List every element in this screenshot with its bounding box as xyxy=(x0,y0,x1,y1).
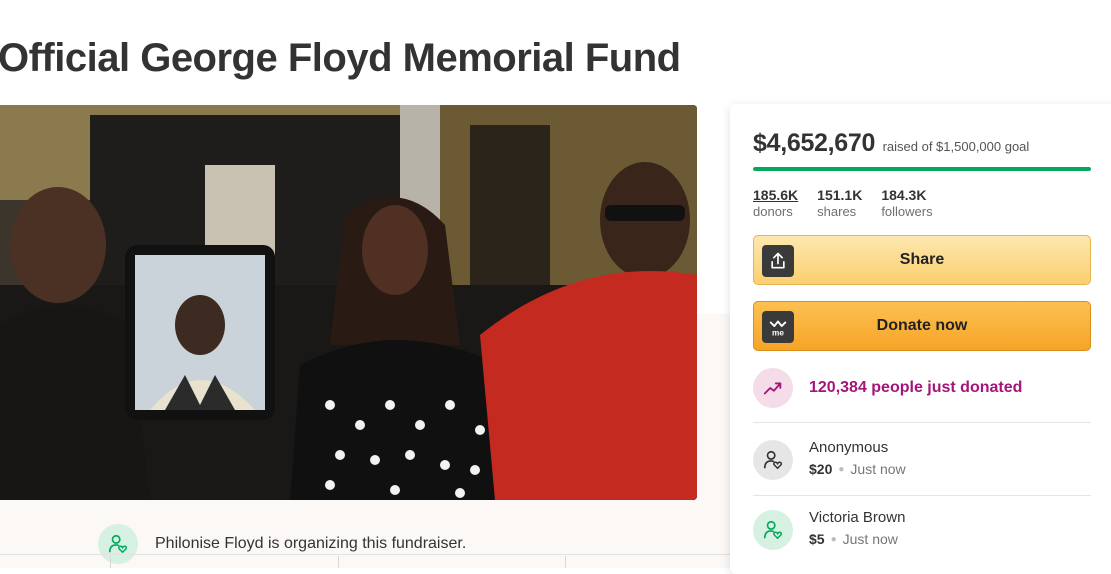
donation-amount: $20 xyxy=(809,461,833,477)
svg-text:me: me xyxy=(772,328,784,337)
organizer-text: Philonise Floyd is organizing this fundr… xyxy=(155,535,467,552)
organizer-row: Philonise Floyd is organizing this fundr… xyxy=(98,524,466,564)
donation-card: $4,652,670 raised of $1,500,000 goal 185… xyxy=(730,104,1111,574)
campaign-stats: 185.6K donors 151.1K shares 184.3K follo… xyxy=(753,187,933,221)
raised-summary: $4,652,670 raised of $1,500,000 goal xyxy=(753,129,1029,158)
share-button-label: Share xyxy=(899,251,945,268)
stat-followers: 184.3K followers xyxy=(881,187,932,221)
family-photo xyxy=(0,105,697,500)
donor-name: Victoria Brown xyxy=(809,509,906,526)
stat-donors[interactable]: 185.6K donors xyxy=(753,187,798,221)
donation-time: Just now xyxy=(842,531,898,547)
footer-separator xyxy=(110,556,111,568)
stat-shares: 151.1K shares xyxy=(817,187,862,221)
footer-separator xyxy=(565,556,566,568)
list-divider xyxy=(753,495,1091,496)
stat-value[interactable]: 185.6K xyxy=(753,187,798,203)
donor-name: Anonymous xyxy=(809,439,889,456)
stat-value: 151.1K xyxy=(817,187,863,203)
heart-person-icon xyxy=(763,450,783,470)
goal-text: raised of $1,500,000 goal xyxy=(882,139,1030,154)
stat-label: donors xyxy=(753,204,793,219)
donation-list-item: Anonymous $20 ● Just now xyxy=(753,438,906,483)
page-title: Official George Floyd Memorial Fund xyxy=(0,36,681,80)
organizer-avatar[interactable] xyxy=(98,524,138,564)
recent-donations-banner: 120,384 people just donated xyxy=(753,368,1022,408)
list-divider xyxy=(753,422,1091,423)
footer-separator xyxy=(338,556,339,568)
stat-label: shares xyxy=(817,204,857,219)
trending-up-icon xyxy=(753,368,793,408)
donor-avatar xyxy=(753,440,793,480)
progress-fill xyxy=(753,167,1091,171)
donor-avatar xyxy=(753,510,793,550)
donate-button-label: Donate now xyxy=(876,317,968,334)
donation-time: Just now xyxy=(850,461,906,477)
progress-bar xyxy=(753,167,1091,171)
stat-label: followers xyxy=(881,204,933,219)
recent-donations-count: 120,384 people just donated xyxy=(809,379,1023,396)
upload-share-icon xyxy=(762,245,794,277)
gofundme-logo-icon: me xyxy=(762,311,794,343)
separator-dot: ● xyxy=(838,464,845,475)
share-button[interactable]: Share xyxy=(753,235,1091,285)
stat-value: 184.3K xyxy=(881,187,927,203)
campaign-hero-image[interactable] xyxy=(0,105,697,500)
donation-amount: $5 xyxy=(809,531,825,547)
donate-now-button[interactable]: me Donate now xyxy=(753,301,1091,351)
separator-dot: ● xyxy=(830,534,837,545)
heart-person-icon xyxy=(763,520,783,540)
heart-person-icon xyxy=(108,534,128,554)
raised-amount: $4,652,670 xyxy=(753,129,876,157)
donation-list-item: Victoria Brown $5 ● Just now xyxy=(753,508,905,553)
